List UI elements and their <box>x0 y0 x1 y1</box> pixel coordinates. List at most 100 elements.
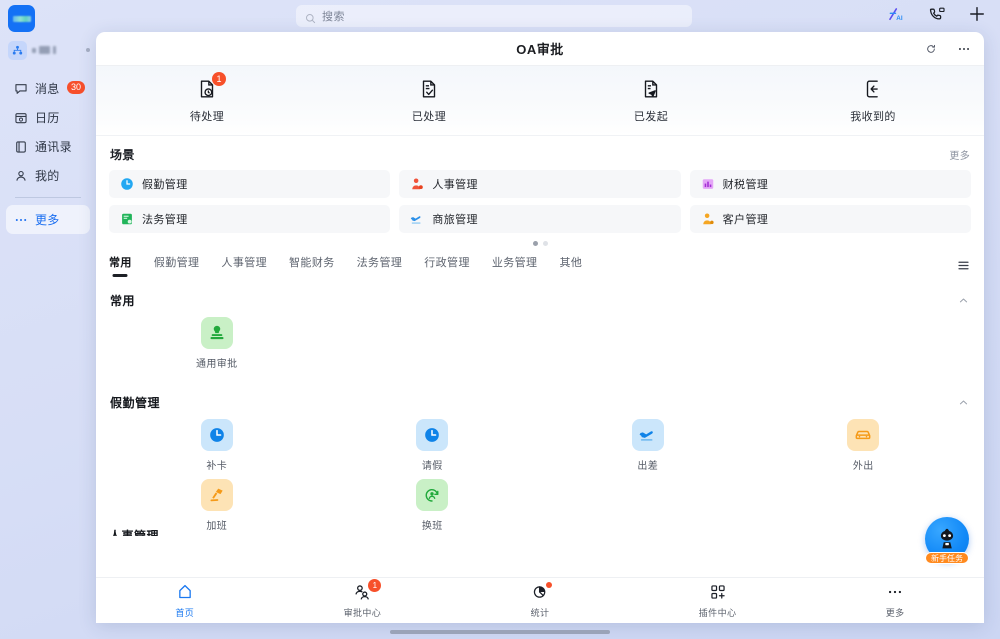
app-label: 换班 <box>422 517 443 532</box>
app-makeup-punch[interactable]: 补卡 <box>109 419 325 472</box>
group-header-common: 常用 <box>109 279 971 309</box>
sidebar-divider <box>15 197 81 198</box>
app-business-trip[interactable]: 出差 <box>540 419 756 472</box>
chevron-up-icon[interactable] <box>956 294 970 308</box>
status-tab-label: 已处理 <box>412 108 446 124</box>
app-logo-mark <box>13 16 31 22</box>
scene-card-finance[interactable]: 财税管理 <box>690 170 971 198</box>
app-label: 通用审批 <box>196 355 238 370</box>
stamp-icon <box>201 317 233 349</box>
organization-switcher[interactable] <box>8 40 90 60</box>
assistant-bot[interactable]: 新手任务 <box>925 517 969 561</box>
clock-icon <box>120 177 134 191</box>
calendar-icon <box>14 111 28 125</box>
top-bar: 搜索 AI <box>0 0 1000 32</box>
group-title-cutoff: 人事管理 <box>109 527 159 536</box>
more-options-icon[interactable] <box>956 41 971 56</box>
sidebar-item-messages[interactable]: 消息 30 <box>6 74 90 103</box>
app-shift-swap[interactable]: 换班 <box>325 479 541 532</box>
bottom-nav-label: 插件中心 <box>699 606 737 619</box>
assistant-badge: 新手任务 <box>925 552 969 564</box>
oa-approval-window: OA审批 1 待处理 <box>96 32 984 623</box>
scene-more-link[interactable]: 更多 <box>949 147 970 162</box>
chevron-up-icon[interactable] <box>956 396 970 410</box>
scene-card-attendance[interactable]: 假勤管理 <box>109 170 390 198</box>
app-overtime[interactable]: 加班 <box>109 479 325 532</box>
app-label: 补卡 <box>206 457 227 472</box>
status-tab-pending[interactable]: 1 待处理 <box>96 78 318 124</box>
app-logo[interactable] <box>8 5 35 32</box>
sidebar-item-label: 更多 <box>35 211 60 228</box>
app-groups: 常用 通用审批 假勤管理 <box>96 279 984 532</box>
home-indicator <box>390 630 610 634</box>
received-doc-icon <box>862 78 884 100</box>
plane-icon <box>632 419 664 451</box>
app-empty-slot <box>540 317 756 370</box>
more-dots-icon <box>885 583 905 602</box>
sidebar-item-contacts[interactable]: 通讯录 <box>6 132 90 161</box>
more-dots-icon <box>14 213 28 227</box>
home-icon <box>175 583 195 602</box>
desk-lamp-icon <box>201 479 233 511</box>
app-label: 加班 <box>206 517 227 532</box>
list-menu-icon[interactable] <box>955 257 971 273</box>
category-tab-business[interactable]: 业务管理 <box>492 254 538 277</box>
chart-purple-icon <box>701 177 715 191</box>
app-label: 外出 <box>853 457 874 472</box>
category-tab-common[interactable]: 常用 <box>109 254 132 277</box>
category-tab-legal[interactable]: 法务管理 <box>357 254 403 277</box>
status-tab-received[interactable]: 我收到的 <box>762 78 984 124</box>
refresh-icon[interactable] <box>923 41 938 56</box>
statistics-icon <box>530 583 550 602</box>
organization-name <box>32 46 81 55</box>
scene-title: 场景 <box>110 146 135 163</box>
scene-card-hr[interactable]: 人事管理 <box>399 170 680 198</box>
status-tab-bar: 1 待处理 已处理 已发起 <box>96 66 984 136</box>
status-tab-initiated[interactable]: 已发起 <box>540 78 762 124</box>
sidebar-nav: 消息 30 日历 通讯录 我的 更多 <box>6 74 90 234</box>
app-outing[interactable]: 外出 <box>756 419 972 472</box>
category-tab-admin[interactable]: 行政管理 <box>424 254 470 277</box>
ai-assistant-icon[interactable]: AI <box>884 3 906 25</box>
category-tab-other[interactable]: 其他 <box>559 254 582 277</box>
processed-doc-icon <box>418 78 440 100</box>
app-empty-slot <box>756 317 972 370</box>
app-general-approval[interactable]: 通用审批 <box>109 317 325 370</box>
category-tab-attendance[interactable]: 假勤管理 <box>154 254 200 277</box>
plus-icon[interactable] <box>966 3 988 25</box>
sidebar-item-calendar[interactable]: 日历 <box>6 103 90 132</box>
scene-grid: 假勤管理 人事管理 财税管理 法务管理 <box>109 170 971 233</box>
organization-icon <box>8 41 27 60</box>
approval-center-badge: 1 <box>368 579 381 592</box>
status-tab-processed[interactable]: 已处理 <box>318 78 540 124</box>
bottom-nav-home[interactable]: 首页 <box>96 583 274 619</box>
app-label: 请假 <box>422 457 443 472</box>
pending-doc-icon: 1 <box>196 78 218 100</box>
scene-card-label: 法务管理 <box>142 211 188 227</box>
approval-center-icon: 1 <box>352 583 372 602</box>
svg-text:AI: AI <box>896 15 903 22</box>
scene-pagination[interactable] <box>109 233 971 251</box>
sidebar-item-more[interactable]: 更多 <box>6 205 90 234</box>
category-tab-hr[interactable]: 人事管理 <box>221 254 267 277</box>
status-tab-label: 我收到的 <box>850 108 896 124</box>
sidebar-item-label: 日历 <box>35 109 60 126</box>
category-tab-bar: 常用 假勤管理 人事管理 智能财务 法务管理 行政管理 业务管理 其他 <box>96 251 984 279</box>
app-leave[interactable]: 请假 <box>325 419 541 472</box>
status-tab-label: 待处理 <box>190 108 224 124</box>
scene-card-travel[interactable]: 商旅管理 <box>399 205 680 233</box>
scene-card-legal[interactable]: 法务管理 <box>109 205 390 233</box>
bottom-nav-plugin-center[interactable]: 插件中心 <box>629 583 807 619</box>
pagination-dot-2[interactable] <box>543 241 548 246</box>
sidebar-item-profile[interactable]: 我的 <box>6 161 90 190</box>
pagination-dot-1[interactable] <box>533 241 538 246</box>
phone-call-icon[interactable] <box>925 3 947 25</box>
group-header-attendance: 假勤管理 <box>109 370 971 411</box>
bottom-nav-statistics[interactable]: 统计 <box>451 583 629 619</box>
sidebar: 消息 30 日历 通讯录 我的 更多 <box>0 0 96 639</box>
category-tab-smart-finance[interactable]: 智能财务 <box>289 254 335 277</box>
bottom-nav-more[interactable]: 更多 <box>806 583 984 619</box>
scene-card-customer[interactable]: 客户管理 <box>690 205 971 233</box>
search-input[interactable]: 搜索 <box>296 5 692 27</box>
bottom-nav-approval-center[interactable]: 1 审批中心 <box>274 583 452 619</box>
